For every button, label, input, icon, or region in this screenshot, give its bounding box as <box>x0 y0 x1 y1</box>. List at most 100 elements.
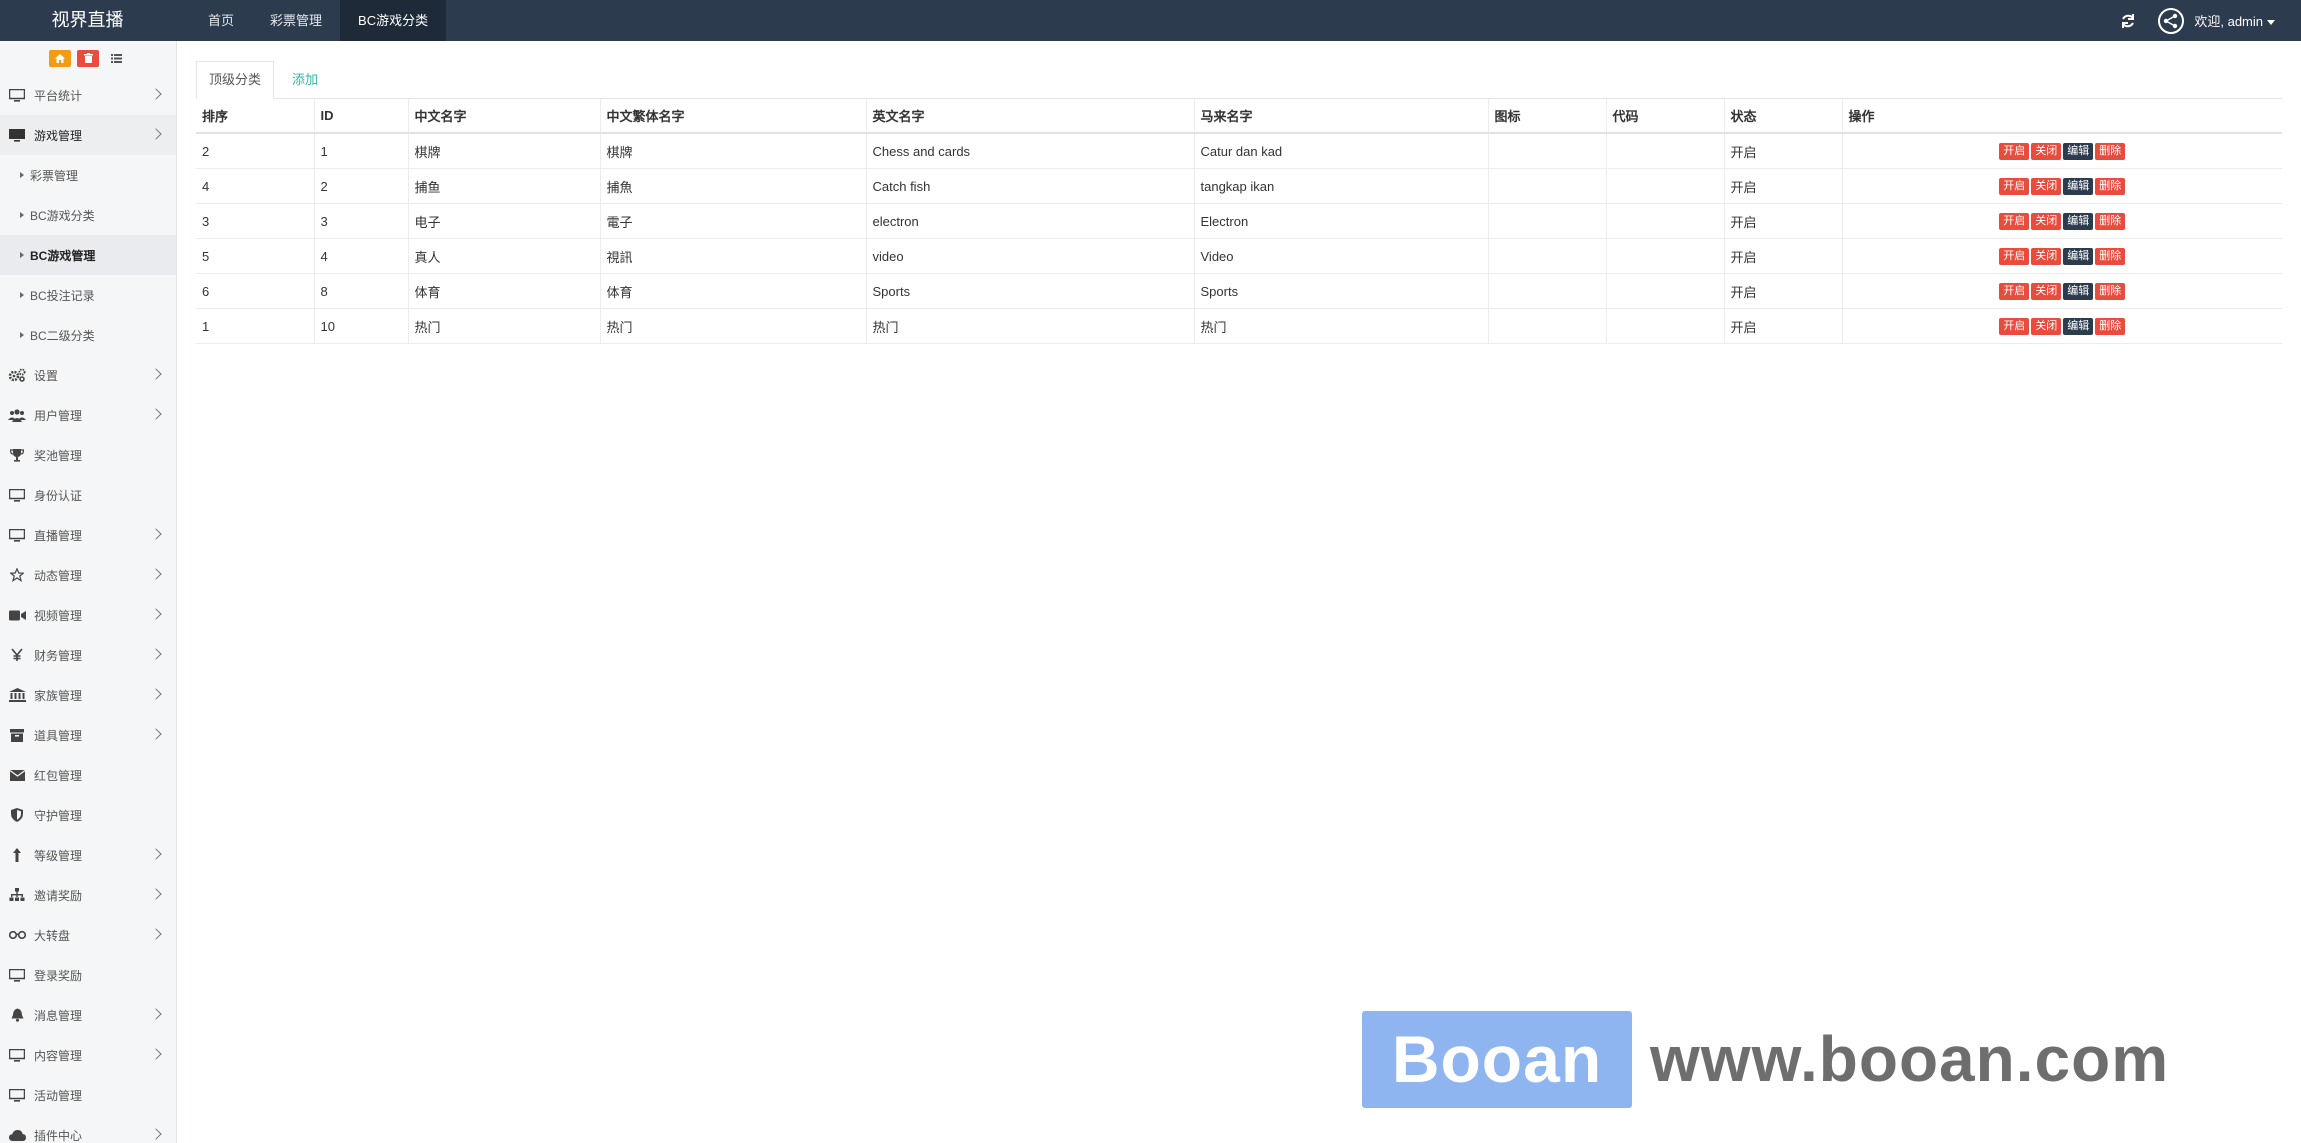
tab-home[interactable]: 首页 <box>190 0 252 41</box>
edit-button[interactable]: 编辑 <box>2063 143 2094 160</box>
sidebar-item-settings[interactable]: 设置 <box>0 355 176 395</box>
disable-button[interactable]: 关闭 <box>2031 213 2062 230</box>
sidebar-item-big-wheel[interactable]: 大转盘 <box>0 915 176 955</box>
cell-actions: 开启 关闭 编辑 删除 <box>1842 238 2282 274</box>
delete-button[interactable]: 删除 <box>2095 248 2126 265</box>
edit-button[interactable]: 编辑 <box>2063 283 2094 300</box>
disable-button[interactable]: 关闭 <box>2031 283 2062 300</box>
enable-button[interactable]: 开启 <box>1999 178 2030 195</box>
disable-button[interactable]: 关闭 <box>2031 248 2062 265</box>
cell-traditional-name: 視訊 <box>600 238 867 274</box>
sidebar-subitem-lottery-management[interactable]: 彩票管理 <box>0 155 176 195</box>
brand-logo[interactable]: 视界直播 <box>0 0 175 41</box>
sidebar-item-label: 游戏管理 <box>34 128 83 143</box>
sidebar-item-guardian-management[interactable]: 守护管理 <box>0 795 176 835</box>
sidebar-item-live-management[interactable]: 直播管理 <box>0 515 176 555</box>
delete-button[interactable]: 删除 <box>2095 318 2126 335</box>
sidebar-item-label: 等级管理 <box>34 848 83 863</box>
edit-button[interactable]: 编辑 <box>2063 318 2094 335</box>
toggle-menu-button[interactable] <box>105 50 127 67</box>
sidebar-item-identity-verification[interactable]: 身份认证 <box>0 475 176 515</box>
delete-button[interactable]: 删除 <box>2095 178 2126 195</box>
sidebar-item-family-management[interactable]: 家族管理 <box>0 675 176 715</box>
sidebar-item-jackpot-management[interactable]: 奖池管理 <box>0 435 176 475</box>
enable-button[interactable]: 开启 <box>1999 318 2030 335</box>
cell-id: 1 <box>314 133 409 169</box>
cell-code <box>1606 133 1725 169</box>
chevron-right-icon <box>150 1128 162 1140</box>
edit-button[interactable]: 编辑 <box>2063 248 2094 265</box>
sidebar-subitem-bc-game-management[interactable]: BC游戏管理 <box>0 235 176 275</box>
home-icon <box>55 53 65 63</box>
sidebar-item-moments-management[interactable]: 动态管理 <box>0 555 176 595</box>
cell-malay-name: Video <box>1194 238 1489 274</box>
cloud-icon <box>8 1129 26 1141</box>
sidebar-subitem-bc-bet-records[interactable]: BC投注记录 <box>0 275 176 315</box>
cell-status: 开启 <box>1724 168 1843 204</box>
tab-top-category[interactable]: 顶级分类 <box>196 61 275 99</box>
col-status: 状态 <box>1724 99 1843 134</box>
sidebar-item-login-rewards[interactable]: 登录奖励 <box>0 955 176 995</box>
tab-bc-game-category[interactable]: BC游戏分类 <box>340 0 447 41</box>
tab-add[interactable]: 添加 <box>280 62 330 98</box>
sidebar-subitem-label: BC投注记录 <box>30 288 95 303</box>
monitor-icon <box>9 968 25 982</box>
sidebar-item-user-management[interactable]: 用户管理 <box>0 395 176 435</box>
content-tabs: 顶级分类 添加 <box>196 60 2282 99</box>
monitor-icon <box>9 528 25 542</box>
sidebar-item-platform-stats[interactable]: 平台统计 <box>0 75 176 115</box>
enable-button[interactable]: 开启 <box>1999 213 2030 230</box>
edit-button[interactable]: 编辑 <box>2063 213 2094 230</box>
disable-button[interactable]: 关闭 <box>2031 178 2062 195</box>
cell-english-name: Catch fish <box>866 168 1195 204</box>
sidebar-item-red-packet-management[interactable]: 红包管理 <box>0 755 176 795</box>
delete-button[interactable]: 删除 <box>2095 143 2126 160</box>
sidebar-item-plugin-center[interactable]: 插件中心 <box>0 1115 176 1143</box>
refresh-icon[interactable] <box>2120 13 2136 29</box>
sidebar-item-label: 家族管理 <box>34 688 83 703</box>
clear-cache-button[interactable] <box>77 49 99 67</box>
delete-button[interactable]: 删除 <box>2095 283 2126 300</box>
cell-traditional-name: 热门 <box>600 308 867 344</box>
watermark-logo: Booan <box>1362 1011 1632 1108</box>
cell-actions: 开启 关闭 编辑 删除 <box>1842 168 2282 204</box>
disable-button[interactable]: 关闭 <box>2031 143 2062 160</box>
caret-right-icon <box>20 252 24 258</box>
tab-lottery-management[interactable]: 彩票管理 <box>252 0 340 41</box>
avatar[interactable] <box>2158 7 2185 34</box>
chevron-right-icon <box>150 888 162 900</box>
sidebar-item-message-management[interactable]: 消息管理 <box>0 995 176 1035</box>
enable-button[interactable]: 开启 <box>1999 248 2030 265</box>
sidebar-subitem-label: 彩票管理 <box>30 168 79 183</box>
sidebar-item-event-management[interactable]: 活动管理 <box>0 1075 176 1115</box>
sidebar-item-content-management[interactable]: 内容管理 <box>0 1035 176 1075</box>
glasses-icon <box>8 930 26 940</box>
home-shortcut-button[interactable] <box>49 49 71 67</box>
sidebar-item-level-management[interactable]: 等级管理 <box>0 835 176 875</box>
monitor-icon <box>9 488 25 502</box>
delete-button[interactable]: 删除 <box>2095 213 2126 230</box>
sidebar-subitem-bc-game-category[interactable]: BC游戏分类 <box>0 195 176 235</box>
category-table: 排序 ID 中文名字 中文繁体名字 英文名字 马来名字 图标 代码 状态 操作 … <box>196 99 2282 344</box>
monitor-icon <box>9 88 25 102</box>
cell-icon <box>1488 273 1607 309</box>
sidebar-subitem-bc-secondary-category[interactable]: BC二级分类 <box>0 315 176 355</box>
sidebar-item-props-management[interactable]: 道具管理 <box>0 715 176 755</box>
sidebar-item-invite-rewards[interactable]: 邀请奖励 <box>0 875 176 915</box>
sidebar-item-video-management[interactable]: 视频管理 <box>0 595 176 635</box>
chevron-right-icon <box>150 568 162 580</box>
monitor-icon <box>9 1088 25 1102</box>
bank-icon <box>8 688 26 702</box>
enable-button[interactable]: 开启 <box>1999 143 2030 160</box>
disable-button[interactable]: 关闭 <box>2031 318 2062 335</box>
video-icon <box>8 610 26 620</box>
sidebar-item-game-management[interactable]: 游戏管理 <box>0 115 176 155</box>
sidebar-item-finance-management[interactable]: 财务管理 <box>0 635 176 675</box>
sidebar-subitem-label: BC二级分类 <box>30 328 95 343</box>
user-menu[interactable]: 欢迎, admin <box>2194 11 2275 30</box>
enable-button[interactable]: 开启 <box>1999 283 2030 300</box>
edit-button[interactable]: 编辑 <box>2063 178 2094 195</box>
sidebar-item-label: 财务管理 <box>34 648 83 663</box>
cell-sort: 2 <box>196 133 315 169</box>
chevron-right-icon <box>150 608 162 620</box>
